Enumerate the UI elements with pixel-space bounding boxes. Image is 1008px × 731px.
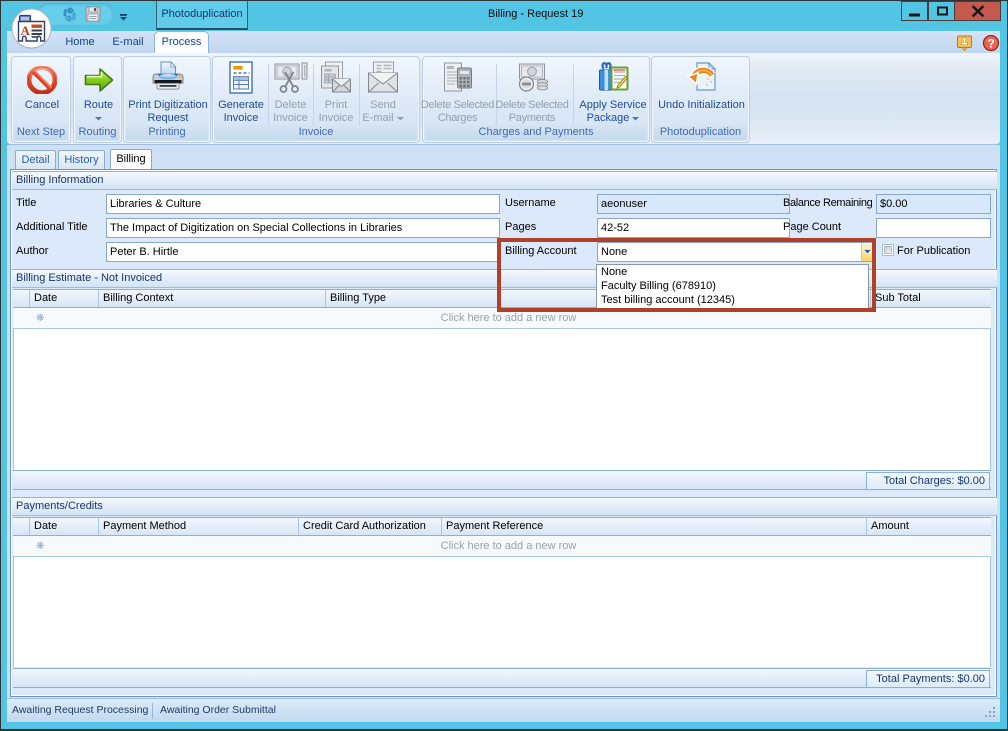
svg-text:?: ?	[988, 37, 995, 51]
svg-text:A: A	[21, 23, 31, 38]
